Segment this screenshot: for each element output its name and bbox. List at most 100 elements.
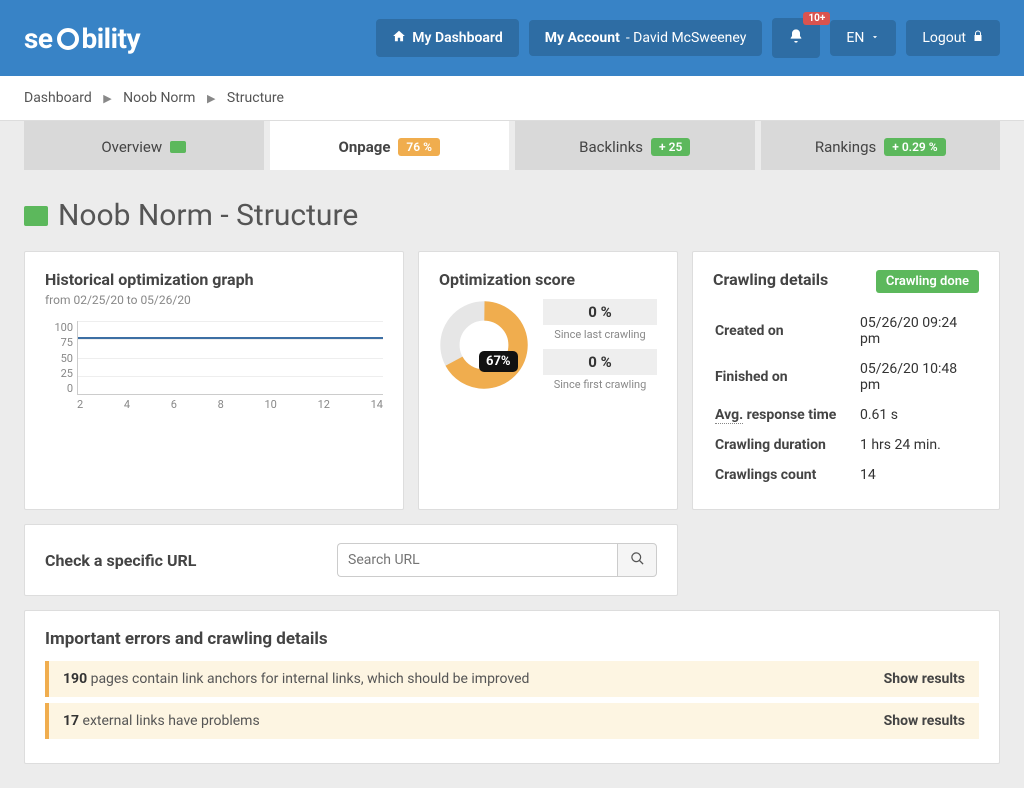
crawl-val: 0.61 s <box>860 401 977 429</box>
crawl-key: Finished on <box>715 355 858 399</box>
x-tick: 12 <box>318 398 330 411</box>
chevron-right-icon: ▶ <box>103 92 111 105</box>
tab-rankings[interactable]: Rankings + 0.29 % <box>761 121 1001 170</box>
delta-value: 0 % <box>543 299 657 325</box>
crawl-row: Avg. response time0.61 s <box>715 401 977 429</box>
tab-backlinks[interactable]: Backlinks + 25 <box>515 121 755 170</box>
tab-overview[interactable]: Overview <box>24 121 264 170</box>
x-tick: 14 <box>371 398 383 411</box>
donut-value: 67% <box>479 351 518 372</box>
logo-ring-icon <box>57 28 79 50</box>
crawl-row: Finished on05/26/20 10:48 pm <box>715 355 977 399</box>
search-url-button[interactable] <box>617 543 657 577</box>
logo[interactable]: se bility <box>24 22 140 55</box>
x-tick: 4 <box>124 398 130 411</box>
crawl-row: Crawlings count14 <box>715 461 977 489</box>
my-dashboard-button[interactable]: My Dashboard <box>376 19 518 57</box>
tab-badge: + 0.29 % <box>884 138 945 156</box>
crawl-key: Avg. response time <box>715 401 858 429</box>
card-title: Optimization score <box>439 270 657 289</box>
y-tick: 0 <box>45 382 73 395</box>
error-row: 17 external links have problems Show res… <box>45 703 979 739</box>
crawl-key: Crawling duration <box>715 431 858 459</box>
my-account-label: My Account <box>545 30 620 46</box>
delta-since-last: 0 % Since last crawling <box>543 299 657 341</box>
breadcrumb-item[interactable]: Noob Norm <box>123 90 195 106</box>
optimization-score-card: Optimization score 67% 0 % Since last cr… <box>418 251 678 510</box>
crawl-val: 14 <box>860 461 977 489</box>
error-text: 17 external links have problems <box>63 713 260 729</box>
chevron-right-icon: ▶ <box>207 92 215 105</box>
language-label: EN <box>846 30 864 46</box>
card-subtitle: from 02/25/20 to 05/26/20 <box>45 293 383 307</box>
error-count: 190 <box>63 671 87 687</box>
error-count: 17 <box>63 713 79 729</box>
tabs: Overview Onpage 76 % Backlinks + 25 Rank… <box>0 121 1024 170</box>
tab-badge: + 25 <box>651 138 690 156</box>
x-tick: 6 <box>171 398 177 411</box>
notifications-button[interactable]: 10+ <box>772 18 820 58</box>
error-msg: pages contain link anchors for internal … <box>87 671 529 687</box>
show-results-link[interactable]: Show results <box>884 713 965 729</box>
logout-label: Logout <box>922 30 966 46</box>
tab-label: Overview <box>101 138 162 156</box>
historical-chart: 100 75 50 25 0 2 4 6 8 <box>45 321 383 411</box>
y-tick: 100 <box>45 321 73 334</box>
x-tick: 2 <box>77 398 83 411</box>
card-title: Check a specific URL <box>45 551 196 570</box>
crawling-details-card: Crawling details Crawling done Created o… <box>692 251 1000 510</box>
my-dashboard-label: My Dashboard <box>412 30 502 46</box>
errors-card: Important errors and crawling details 19… <box>24 610 1000 764</box>
lock-icon <box>972 30 984 46</box>
account-user: - David McSweeney <box>626 30 747 46</box>
search-url-input[interactable] <box>337 543 617 577</box>
tab-label: Backlinks <box>579 138 643 156</box>
card-title: Crawling details <box>713 270 828 289</box>
tab-label: Onpage <box>339 138 391 156</box>
breadcrumb-item[interactable]: Dashboard <box>24 90 92 106</box>
home-icon <box>392 29 406 47</box>
x-tick: 10 <box>265 398 277 411</box>
page-title: Noob Norm - Structure <box>24 198 1000 233</box>
bell-icon <box>788 28 804 48</box>
card-title: Historical optimization graph <box>45 270 383 289</box>
x-tick: 8 <box>218 398 224 411</box>
delta-since-first: 0 % Since first crawling <box>543 349 657 391</box>
logo-text-1: se <box>24 22 53 55</box>
logo-text-2: bility <box>82 22 141 55</box>
delta-label: Since last crawling <box>543 328 657 341</box>
url-check-card: Check a specific URL <box>24 524 678 596</box>
tab-label: Rankings <box>815 138 876 156</box>
crawl-val: 05/26/20 09:24 pm <box>860 309 977 353</box>
show-results-link[interactable]: Show results <box>884 671 965 687</box>
donut-chart <box>439 300 529 390</box>
page-title-text: Noob Norm - Structure <box>58 198 358 233</box>
delta-value: 0 % <box>543 349 657 375</box>
my-account-button[interactable]: My Account - David McSweeney <box>529 20 763 56</box>
breadcrumb: Dashboard ▶ Noob Norm ▶ Structure <box>0 76 1024 121</box>
error-row: 190 pages contain link anchors for inter… <box>45 661 979 697</box>
crawl-val: 1 hrs 24 min. <box>860 431 977 459</box>
crawl-key: Created on <box>715 309 858 353</box>
crawl-row: Crawling duration1 hrs 24 min. <box>715 431 977 459</box>
chart-icon <box>24 206 48 226</box>
error-text: 190 pages contain link anchors for inter… <box>63 671 529 687</box>
historical-graph-card: Historical optimization graph from 02/25… <box>24 251 404 510</box>
data-line <box>78 337 383 339</box>
tab-onpage[interactable]: Onpage 76 % <box>270 121 510 170</box>
crawl-val: 05/26/20 10:48 pm <box>860 355 977 399</box>
crawling-status-badge: Crawling done <box>876 270 979 293</box>
chevron-down-icon <box>870 30 880 46</box>
error-msg: external links have problems <box>79 713 260 729</box>
tab-badge: 76 % <box>398 138 440 156</box>
search-icon <box>630 551 645 570</box>
delta-label: Since first crawling <box>543 378 657 391</box>
card-title: Important errors and crawling details <box>45 629 979 649</box>
language-button[interactable]: EN <box>830 20 896 56</box>
notif-count: 10+ <box>803 12 830 25</box>
y-tick: 25 <box>45 367 73 380</box>
y-tick: 50 <box>45 352 73 365</box>
logout-button[interactable]: Logout <box>906 20 1000 56</box>
crawl-row: Created on05/26/20 09:24 pm <box>715 309 977 353</box>
y-tick: 75 <box>45 336 73 349</box>
